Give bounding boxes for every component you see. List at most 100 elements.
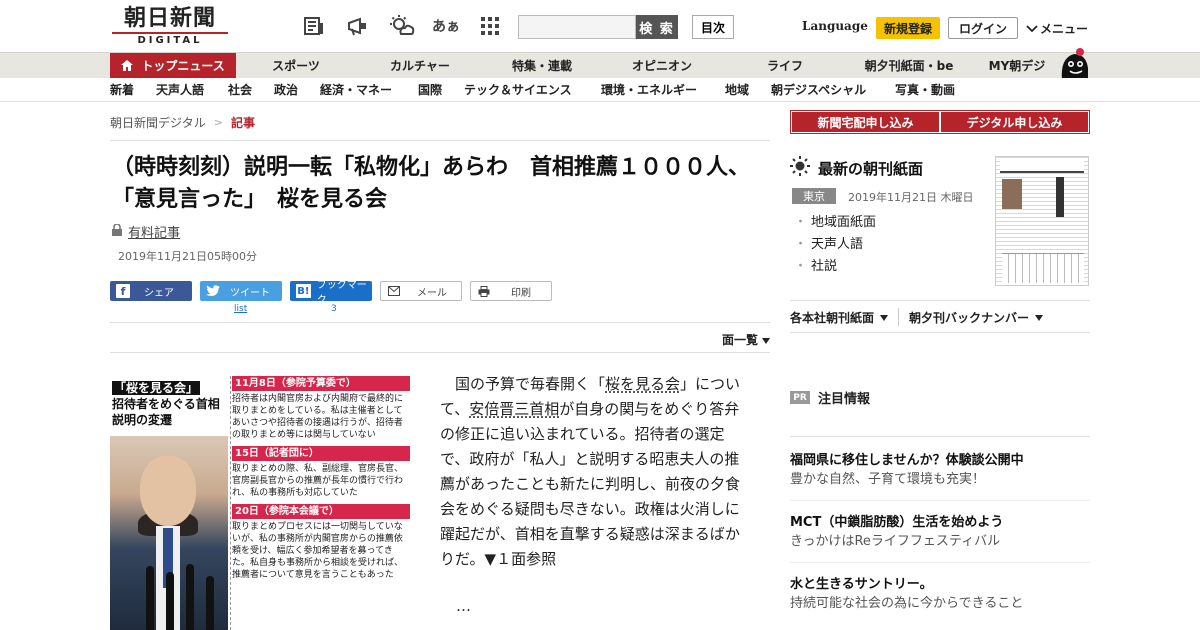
paid-article-badge[interactable]: 有料記事 — [112, 222, 180, 241]
search-button[interactable]: 検 索 — [636, 15, 678, 39]
promo-subtext: きっかけはReライフフェスティバル — [790, 534, 1001, 549]
subscribe-paper-button[interactable]: 新聞宅配申し込み — [792, 112, 939, 132]
nav-item-opinion[interactable]: オピニオン — [614, 53, 710, 79]
thumbnail-headline — [1056, 177, 1064, 217]
chevron-down-icon — [1026, 22, 1038, 36]
subnav-item-environment[interactable]: 環境・エネルギー — [601, 78, 697, 102]
subnav-item-photo-video[interactable]: 写真・動画 — [895, 78, 955, 102]
paper-link-tenseijingo[interactable]: 天声人語 — [794, 234, 876, 256]
page-list-toggle[interactable]: 面一覧 — [722, 331, 771, 348]
breadcrumb: 朝日新聞デジタル > 記事 — [110, 114, 255, 131]
body-text: が自身の関与をめぐり答弁の修正に追い込まれている。招待者の選定で、政府が「私人」… — [440, 400, 741, 568]
nav-item-culture[interactable]: カルチャー — [372, 53, 468, 79]
promo-item[interactable]: 水と生きるサントリー。 持続可能な社会の為に今からできること — [790, 576, 1090, 614]
mascot-icon — [1056, 44, 1092, 80]
twitter-count-link[interactable]: list — [234, 304, 247, 314]
logo-main-text: 朝日新聞 — [123, 5, 216, 31]
twitter-share-label: ツイート — [230, 287, 270, 299]
print-label: 印刷 — [511, 287, 531, 299]
figure-section-head: 15日（記者団に） — [232, 446, 410, 461]
signup-button[interactable]: 新規登録 — [876, 17, 940, 39]
toc-button[interactable]: 目次 — [692, 15, 734, 39]
topic-link-abe[interactable]: 安倍晋三首相 — [469, 400, 559, 418]
nav-item-sports[interactable]: スポーツ — [258, 53, 334, 79]
divider — [790, 436, 1090, 437]
paper-link-editorial[interactable]: 社説 — [794, 256, 876, 278]
nav-item-my-asadigi[interactable]: MY朝デジ — [982, 53, 1052, 79]
paper-link-label: 天声人語 — [811, 237, 864, 252]
facebook-share-label: シェア — [144, 287, 174, 299]
microphone-icon — [186, 564, 194, 630]
nav-item-top-news[interactable]: トップニュース — [110, 53, 236, 79]
mail-share-label: メール — [417, 287, 447, 299]
megaphone-icon[interactable] — [344, 12, 372, 40]
paper-link-local[interactable]: 地域面紙面 — [794, 212, 876, 234]
microphone-icon — [166, 572, 174, 630]
article-body: 国の予算で毎春開く「桜を見る会」について、安倍晋三首相が自身の関与をめぐり答弁の… — [440, 372, 746, 572]
subnav-item-society[interactable]: 社会 — [228, 78, 252, 102]
mail-share-button[interactable]: メール — [380, 281, 462, 301]
print-button[interactable]: 印刷 — [470, 281, 552, 301]
nav-item-paper[interactable]: 朝夕刊紙面・be — [854, 53, 964, 79]
pr-heading-label: 注目情報 — [818, 392, 871, 407]
branch-paper-dropdown[interactable]: 各本社朝刊紙面 — [790, 309, 889, 326]
subnav-item-new[interactable]: 新着 — [110, 78, 134, 102]
subnav-item-tech[interactable]: テック＆サイエンス — [464, 78, 572, 102]
article-date: 2019年11月21日05時00分 — [118, 250, 257, 263]
hatena-count[interactable]: 3 — [331, 304, 337, 314]
caret-down-icon — [762, 333, 771, 347]
subscribe-digital-button[interactable]: デジタル申し込み — [941, 112, 1088, 132]
menu-button[interactable]: メニュー — [1026, 20, 1088, 37]
breadcrumb-separator: > — [213, 116, 223, 129]
figure-photo — [110, 436, 228, 630]
font-size-icon[interactable]: あぁ — [432, 12, 460, 40]
paper-link-label: 社説 — [811, 259, 838, 274]
breadcrumb-home[interactable]: 朝日新聞デジタル — [110, 114, 206, 131]
divider — [110, 352, 770, 353]
promo-item[interactable]: MCT（中鎖脂肪酸）生活を始めよう きっかけはReライフフェスティバル — [790, 514, 1090, 552]
grid-menu-icon[interactable] — [476, 12, 504, 40]
microphone-icon — [146, 566, 154, 630]
figure-section-body: 招待者は内閣官房および内閣府で最終的に取りまとめをしている。私は主催者としてあい… — [232, 394, 404, 440]
topic-link-sakura[interactable]: 桜を見る会 — [605, 375, 680, 393]
promo-headline: 水と生きるサントリー。 — [790, 577, 933, 592]
city-badge: 東京 — [792, 188, 836, 204]
divider — [790, 562, 1090, 563]
subnav-item-politics[interactable]: 政治 — [274, 78, 298, 102]
site-logo[interactable]: 朝日新聞 DIGITAL — [112, 6, 228, 46]
article-figure[interactable]: 「桜を見る会」 招待者をめぐる首相説明の変遷 11月8日（参院予算委で） 招待者… — [110, 376, 410, 630]
nav-item-features[interactable]: 特集・連載 — [494, 53, 590, 79]
search-input[interactable] — [518, 15, 636, 39]
divider — [110, 140, 770, 141]
font-size-label: あぁ — [432, 19, 460, 35]
print-icon — [477, 284, 491, 298]
subnav-item-international[interactable]: 国際 — [418, 78, 442, 102]
backnumber-dropdown[interactable]: 朝夕刊バックナンバー — [909, 309, 1044, 326]
backnumber-label: 朝夕刊バックナンバー — [909, 310, 1030, 325]
figure-title: 「桜を見る会」 招待者をめぐる首相説明の変遷 — [112, 380, 228, 428]
subnav-item-economy[interactable]: 経済・マネー — [320, 78, 392, 102]
hatena-icon: B! — [296, 284, 311, 298]
branch-paper-label: 各本社朝刊紙面 — [790, 310, 875, 325]
sun-icon — [790, 156, 810, 180]
newspaper-icon[interactable] — [300, 12, 328, 40]
subnav-item-tenseijingo[interactable]: 天声人語 — [156, 78, 204, 102]
promo-item[interactable]: 福岡県に移住しませんか？体験談公開中 豊かな自然、子育て環境も充実！ — [790, 452, 1090, 490]
hatena-bookmark-button[interactable]: B! ブックマーク — [290, 280, 372, 306]
pr-heading: PR 注目情報 — [790, 388, 870, 407]
facebook-share-button[interactable]: f シェア — [110, 281, 192, 301]
menu-label: メニュー — [1040, 22, 1089, 36]
newspaper-thumbnail[interactable] — [995, 156, 1089, 286]
breadcrumb-current: 記事 — [230, 116, 255, 130]
twitter-share-button[interactable]: ツイート — [200, 281, 282, 301]
subnav-item-special[interactable]: 朝デジスペシャル — [771, 78, 866, 102]
thumbnail-ad — [1002, 253, 1084, 283]
language-link[interactable]: Language — [802, 19, 868, 33]
nav-item-life[interactable]: ライフ — [740, 53, 830, 79]
photo-face — [140, 456, 196, 526]
weather-icon[interactable] — [388, 12, 416, 40]
login-button[interactable]: ログイン — [948, 17, 1018, 39]
figure-section-head: 20日（参院本会議で） — [232, 504, 410, 519]
subnav-item-local[interactable]: 地域 — [725, 78, 749, 102]
divider — [790, 332, 1090, 333]
